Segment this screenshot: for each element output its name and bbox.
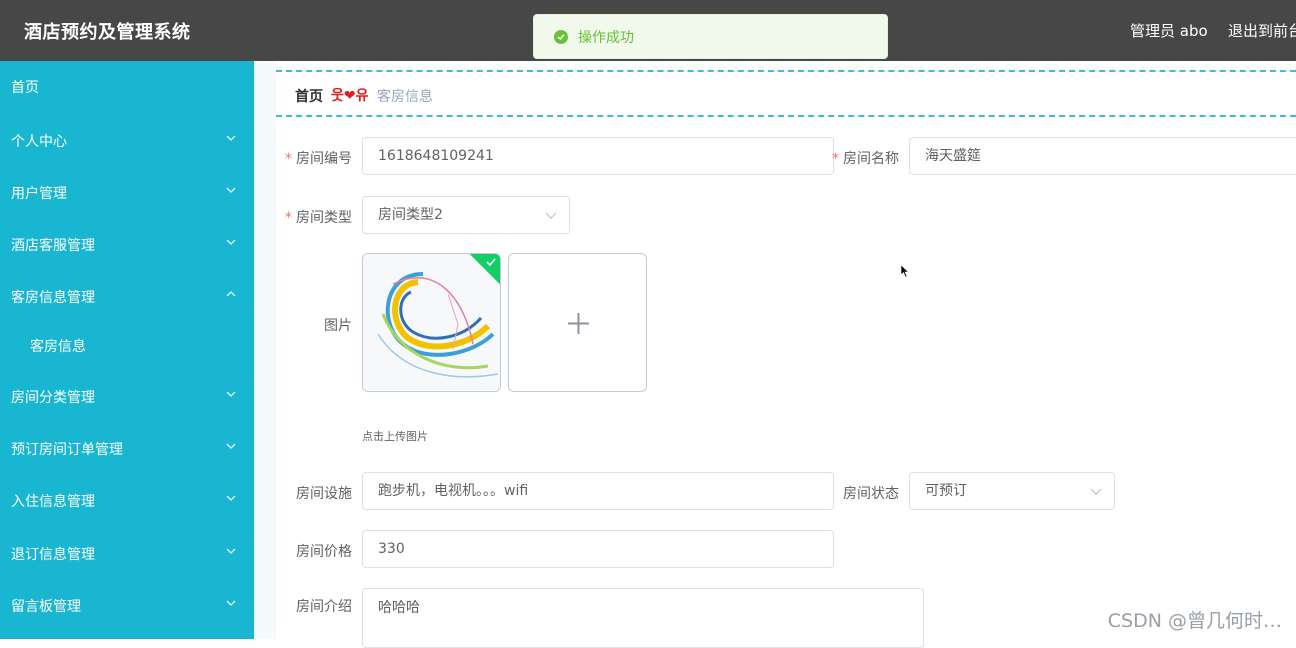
room-name-label: * 房间名称 <box>832 151 899 167</box>
sidebar: 首页 个人中心 用户管理 酒店客服管理 客房信息管理 客房信息 房间分类管理 预… <box>0 61 254 639</box>
sidebar-item-customer-service[interactable]: 酒店客服管理 <box>0 219 254 271</box>
room-no-input[interactable]: 1618648109241 <box>362 137 834 175</box>
chevron-down-icon <box>226 239 236 245</box>
chevron-down-icon <box>226 548 236 554</box>
plus-icon <box>568 313 589 334</box>
chevron-down-icon <box>226 135 236 141</box>
success-toast: 操作成功 <box>533 14 888 59</box>
chevron-down-icon <box>226 443 236 449</box>
chevron-down-icon <box>226 495 236 501</box>
exit-to-frontend-link[interactable]: 退出到前台 <box>1228 20 1296 41</box>
sidebar-item-label: 房间分类管理 <box>11 390 95 406</box>
room-no-label: * 房间编号 <box>285 151 352 167</box>
sidebar-item-room-info[interactable]: 客房信息 <box>0 320 254 372</box>
mouse-cursor-icon <box>900 264 910 278</box>
price-input[interactable]: 330 <box>362 530 834 568</box>
check-icon <box>486 258 496 267</box>
breadcrumb-separator: 웃❤유 <box>331 88 369 104</box>
sidebar-item-checkin-info[interactable]: 入住信息管理 <box>0 475 254 527</box>
sidebar-item-label: 预订房间订单管理 <box>11 442 123 458</box>
sidebar-item-user-management[interactable]: 用户管理 <box>0 167 254 219</box>
room-name-input[interactable]: 海天盛筵 <box>909 137 1296 175</box>
facilities-label: 房间设施 <box>296 486 352 502</box>
status-label: 房间状态 <box>843 486 899 502</box>
intro-textarea[interactable]: 哈哈哈 <box>362 588 924 648</box>
chevron-down-icon <box>226 600 236 606</box>
room-type-label: * 房间类型 <box>285 210 352 226</box>
intro-label: 房间介绍 <box>296 599 352 615</box>
success-check-icon <box>554 29 568 44</box>
room-type-value: 房间类型2 <box>378 207 443 223</box>
admin-label: 管理员 abo <box>1130 22 1208 40</box>
sidebar-item-booking-orders[interactable]: 预订房间订单管理 <box>0 423 254 475</box>
chevron-down-icon <box>1090 488 1102 495</box>
sidebar-item-label: 首页 <box>11 80 39 96</box>
sidebar-item-room-category[interactable]: 房间分类管理 <box>0 371 254 423</box>
sidebar-item-label: 入住信息管理 <box>11 494 95 510</box>
status-select[interactable]: 可预订 <box>909 472 1115 510</box>
breadcrumb: 首页 웃❤유 客房信息 <box>276 70 1296 117</box>
upload-add-button[interactable] <box>508 253 647 392</box>
chevron-up-icon <box>226 291 236 297</box>
picture-label: 图片 <box>324 318 352 334</box>
status-value: 可预订 <box>925 483 967 499</box>
abstract-image <box>363 254 500 391</box>
sidebar-item-label: 客房信息管理 <box>11 290 95 306</box>
toast-message: 操作成功 <box>578 29 634 46</box>
breadcrumb-current: 客房信息 <box>377 89 433 105</box>
sidebar-item-label: 酒店客服管理 <box>11 238 95 254</box>
uploaded-image-thumbnail[interactable] <box>362 253 501 392</box>
room-type-select[interactable]: 房间类型2 <box>362 196 570 234</box>
price-label: 房间价格 <box>296 544 352 560</box>
sidebar-item-home[interactable]: 首页 <box>0 61 254 113</box>
breadcrumb-home[interactable]: 首页 <box>295 86 323 106</box>
chevron-down-icon <box>545 212 557 219</box>
sidebar-item-label: 个人中心 <box>11 134 67 150</box>
sidebar-item-label: 用户管理 <box>11 186 67 202</box>
sidebar-item-label: 客房信息 <box>30 339 86 355</box>
watermark: CSDN @曾几何时… <box>1107 610 1282 632</box>
sidebar-item-label: 留言板管理 <box>11 599 81 615</box>
sidebar-item-cancellation-info[interactable]: 退订信息管理 <box>0 528 254 580</box>
sidebar-item-personal-center[interactable]: 个人中心 <box>0 115 254 167</box>
upload-tip: 点击上传图片 <box>362 430 428 443</box>
chevron-down-icon <box>226 187 236 193</box>
sidebar-item-message-board[interactable]: 留言板管理 <box>0 580 254 632</box>
facilities-input[interactable]: 跑步机，电视机。。。wifi <box>362 472 834 510</box>
sidebar-item-label: 退订信息管理 <box>11 547 95 563</box>
app-title: 酒店预约及管理系统 <box>24 22 191 43</box>
chevron-down-icon <box>226 391 236 397</box>
sidebar-item-room-info-management[interactable]: 客房信息管理 <box>0 271 254 323</box>
